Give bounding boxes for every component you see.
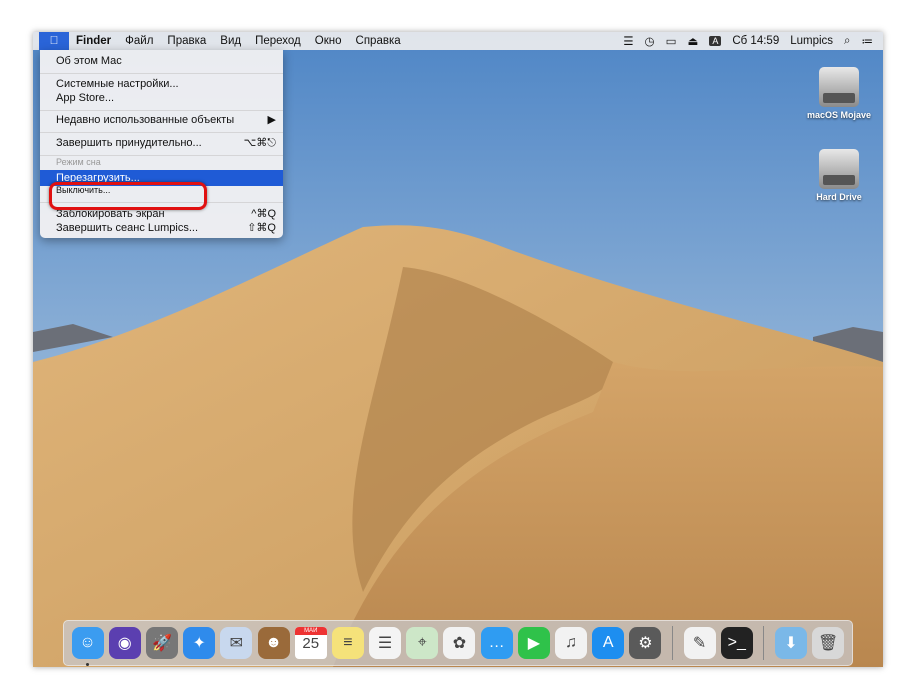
menu-item-force-quit[interactable]: Завершить принудительно... ⌥⌘⎋ [40, 135, 283, 151]
keyboard-brightness-icon[interactable]: ☰ [623, 34, 633, 48]
dock-maps-icon[interactable]: ⌖ [406, 627, 439, 659]
menu-item-log-out[interactable]: Завершить сеанс Lumpics... ⇧⌘Q [40, 220, 283, 236]
dock: ☺ ◉ 🚀 ✦ ✉ ☻ МАЙ 25 ≡ ☰ ⌖ ✿… ▶ ♫ A ⚙ ✎ >_ ⬇ 🗑 [63, 620, 853, 666]
menu-item-app-store[interactable]: App Store... [40, 90, 283, 106]
dock-reminders-icon[interactable]: ☰ [369, 627, 402, 659]
desktop-icon-label: Hard Drive [816, 192, 862, 202]
input-source[interactable]: A [709, 36, 722, 46]
dock-safari-icon[interactable]: ✦ [183, 627, 216, 659]
hard-drive-icon [819, 149, 859, 189]
airplay-display-icon[interactable]: ▭ [666, 34, 677, 48]
dock-launchpad-icon[interactable]: 🚀 [145, 627, 178, 659]
dock-finder-icon[interactable]: ☺ [71, 627, 104, 666]
dock-app-store-icon[interactable]: A [592, 627, 625, 659]
menu-go[interactable]: Переход [248, 32, 308, 50]
apple-menu-button[interactable]:  [39, 32, 69, 50]
calendar-month: МАЙ [294, 627, 327, 635]
dock-notes-icon[interactable]: ≡ [331, 627, 364, 659]
dock-downloads-icon[interactable]: ⬇ [774, 627, 807, 659]
clock[interactable]: Сб 14:59 [732, 35, 779, 47]
menu-help[interactable]: Справка [349, 32, 408, 50]
desktop-icon-hard-drive[interactable]: Hard Drive [794, 149, 883, 202]
running-indicator [85, 663, 89, 666]
menu-window[interactable]: Окно [308, 32, 349, 50]
apple-menu: Об этом Mac Системные настройки... App S… [40, 50, 283, 238]
dock-itunes-icon[interactable]: ♫ [555, 627, 588, 659]
annotation-highlight-ring [49, 182, 207, 210]
desktop-icon-label: macOS Mojave [806, 110, 872, 120]
desktop:  Finder Файл Правка Вид Переход Окно Сп… [33, 32, 883, 667]
dock-separator [763, 626, 765, 660]
menu-edit[interactable]: Правка [160, 32, 213, 50]
eject-icon[interactable]: ⏏ [687, 34, 698, 48]
dock-system-preferences-icon[interactable]: ⚙ [629, 627, 662, 659]
dock-messages-icon[interactable]: … [480, 627, 513, 659]
dock-separator [672, 626, 673, 660]
menu-item-sleep[interactable]: Режим сна [40, 157, 283, 167]
menu-bar:  Finder Файл Правка Вид Переход Окно Сп… [33, 32, 883, 50]
dock-calendar-icon[interactable]: МАЙ 25 [294, 627, 327, 659]
dock-textedit-icon[interactable]: ✎ [683, 627, 716, 659]
dock-photos-icon[interactable]: ✿ [443, 627, 476, 659]
user-menu[interactable]: Lumpics [790, 35, 833, 47]
desktop-icon-macos-mojave[interactable]: macOS Mojave [794, 67, 883, 120]
dock-terminal-icon[interactable]: >_ [720, 627, 753, 659]
calendar-day: 25 [302, 635, 320, 652]
dock-facetime-icon[interactable]: ▶ [517, 627, 550, 659]
dock-siri-icon[interactable]: ◉ [108, 627, 141, 659]
dock-trash-icon[interactable]: 🗑 [812, 627, 845, 659]
notification-center-icon[interactable]: ≔ [862, 34, 874, 48]
dock-contacts-icon[interactable]: ☻ [257, 627, 290, 659]
menu-item-about[interactable]: Об этом Mac [40, 53, 283, 69]
spotlight-icon[interactable]: ⌕ [844, 35, 850, 48]
menu-view[interactable]: Вид [213, 32, 248, 50]
hard-drive-icon [819, 67, 859, 107]
dock-mail-icon[interactable]: ✉ [220, 627, 253, 659]
menu-item-recent-items[interactable]: Недавно использованные объекты ▶ [40, 112, 283, 128]
menu-finder[interactable]: Finder [69, 32, 118, 50]
time-machine-icon[interactable]: ◷ [645, 34, 655, 48]
menu-file[interactable]: Файл [118, 32, 160, 50]
